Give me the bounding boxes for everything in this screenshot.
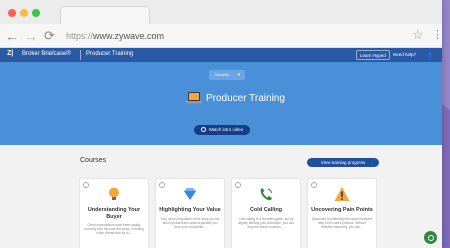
info-icon[interactable] [235,182,241,188]
info-icon[interactable] [159,182,165,188]
section-title: Producer Training [86,50,134,57]
maximize-window-button[interactable] [32,9,40,17]
reload-icon[interactable]: ⟳ [44,28,55,44]
url-protocol: https:// [66,31,94,41]
laptop-icon [186,92,202,104]
kebab-menu-icon[interactable]: ⋮ [432,28,442,42]
learn-button[interactable]: Learn Hyped [356,50,390,60]
browser-window: ← → ⟳ https://www.zywave.com ☆ ⋮ Z| Brok… [0,0,442,248]
close-window-button[interactable] [8,9,16,17]
info-icon[interactable] [311,182,317,188]
course-card[interactable]: Understanding Your Buyer Client expectat… [80,179,148,248]
user-menu-icon[interactable]: 👤 [424,50,436,60]
minimize-window-button[interactable] [20,9,28,17]
warning-icon [334,187,350,201]
course-title: Understanding Your Buyer [87,207,141,220]
track-select-value: Generic [215,72,230,77]
back-arrow-icon[interactable]: ← [5,28,19,44]
diamond-icon [184,188,196,200]
course-description: Client expectations have been rapidly ev… [84,223,144,236]
address-bar: ← → ⟳ https://www.zywave.com ☆ ⋮ [0,24,442,48]
course-title: Highlighting Your Value [159,207,221,213]
courses-section: Courses View training progress Understan… [0,145,442,248]
course-title: Uncovering Pain Points [311,207,373,213]
track-select[interactable]: Generic ▼ [209,70,245,80]
browser-titlebar [0,0,442,24]
url-field[interactable]: https://www.zywave.com [66,29,164,43]
chat-icon[interactable] [424,231,437,244]
chevron-down-icon: ▼ [237,72,241,77]
watch-intro-label: Watch intro video [208,127,244,132]
course-title: Cold Calling [249,207,283,213]
course-card[interactable]: Cold Calling Cold calling is a numbers g… [232,179,300,248]
star-icon[interactable]: ☆ [412,27,424,43]
phone-icon [260,188,272,201]
header-divider [80,50,81,60]
zywave-logo[interactable]: Z| [7,50,13,57]
browser-tab[interactable] [60,6,150,24]
forward-arrow-icon[interactable]: → [24,28,38,44]
url-host: www.zywave.com [93,31,165,41]
watch-intro-video-button[interactable]: Watch intro video [194,125,250,135]
brand-name[interactable]: Broker Briefcase® [22,51,71,57]
lightbulb-icon [109,187,119,200]
course-card[interactable]: Highlighting Your Value Your value propo… [156,179,224,248]
page-title: Producer Training [206,93,285,104]
app-header: Z| Broker Briefcase® Producer Training L… [0,48,442,62]
view-training-progress-button[interactable]: View training progress [307,158,379,167]
hero-banner: Generic ▼ Producer Training Watch intro … [0,62,442,145]
courses-heading: Courses [80,157,107,164]
course-description: Cold calling is a numbers game, but by s… [238,217,294,230]
play-icon [200,126,206,132]
course-description: Your value proposition is the story you … [160,217,220,230]
course-card[interactable]: Uncovering Pain Points Discovery is pote… [308,179,376,248]
course-description: Discovery is potentially the most import… [312,217,372,230]
info-icon[interactable] [83,182,89,188]
help-button[interactable]: Need help? [390,50,419,60]
